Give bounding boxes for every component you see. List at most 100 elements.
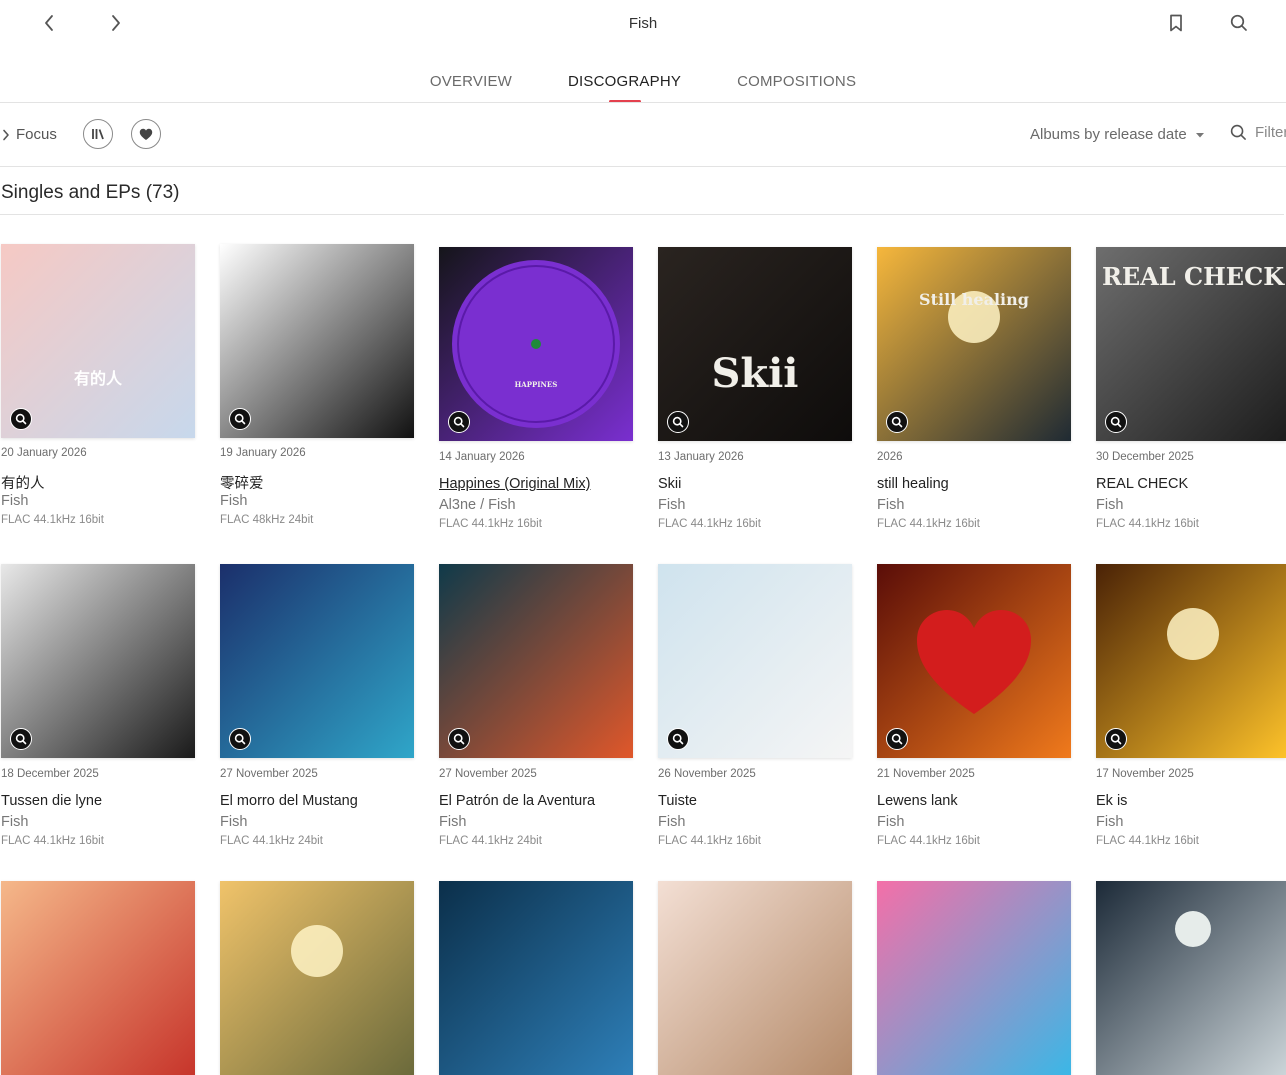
cover-art [439,881,633,1075]
release-title[interactable]: Lewens lank [877,793,1071,811]
release-card[interactable]: 有的人 20 January 2026 有的人 Fish FLAC 44.1kHz 16… [1,244,195,528]
release-card[interactable]: Still healing 2026 still healing Fish FLAC 4… [877,247,1071,532]
album-cover[interactable] [220,564,414,758]
release-artist[interactable]: Fish [220,814,414,832]
release-card[interactable] [877,881,1071,1075]
release-artist[interactable]: Fish [658,497,852,515]
release-artist[interactable]: Fish [658,814,852,832]
cover-text: REAL CHECK [1102,262,1285,291]
cover-art [658,564,852,758]
toolbar-divider [0,166,1286,167]
release-date: 27 November 2025 [220,768,318,780]
release-card[interactable]: REAL CHECK 30 December 2025 REAL CHECK Fish… [1096,247,1286,532]
filter-input[interactable] [1255,124,1286,141]
release-card[interactable]: 19 January 2026 零碎爱 Fish FLAC 48kHz 24bit [220,244,414,528]
release-date: 19 January 2026 [220,447,306,459]
release-date: 2026 [877,451,903,463]
album-cover[interactable] [877,881,1071,1075]
release-quality: FLAC 44.1kHz 16bit [1,835,104,847]
cover-art [220,881,414,1075]
favorites-filter-button[interactable] [131,119,161,149]
release-artist[interactable]: Fish [220,493,414,511]
album-cover[interactable] [1096,881,1286,1075]
album-cover[interactable] [439,881,633,1075]
release-artist[interactable]: Fish [877,814,1071,832]
release-title[interactable]: El Patrón de la Aventura [439,793,633,811]
release-title[interactable]: Tussen die lyne [1,793,195,811]
release-artist[interactable]: Fish [1,493,195,511]
album-cover[interactable]: REAL CHECK [1096,247,1286,441]
album-cover[interactable] [220,881,414,1075]
page-title: Fish [628,15,658,32]
release-date: 18 December 2025 [1,768,99,780]
tab-overview[interactable]: OVERVIEW [430,70,512,103]
album-cover[interactable] [439,564,633,758]
album-cover[interactable]: Skii [658,247,852,441]
search-button[interactable] [1223,8,1255,38]
release-card[interactable] [1,881,195,1075]
release-card[interactable]: 17 November 2025 Ek is Fish FLAC 44.1kHz 16… [1096,564,1286,849]
release-artist[interactable]: Fish [1,814,195,832]
cover-art [877,881,1071,1075]
album-cover[interactable] [1096,564,1286,758]
release-card[interactable] [658,881,852,1075]
focus-toggle[interactable]: Focus [2,126,57,143]
hi-res-badge-icon [229,408,251,430]
cover-text: 有的人 [74,369,123,388]
section-title: Singles and EPs (73) [1,182,180,203]
release-date: 21 November 2025 [877,768,975,780]
release-card[interactable] [439,881,633,1075]
release-title[interactable]: still healing [877,476,1071,494]
top-bar: Fish [0,0,1286,50]
release-artist[interactable]: Fish [439,814,633,832]
cover-art [1,564,195,758]
filter-box [1230,124,1286,141]
release-card[interactable]: 18 December 2025 Tussen die lyne Fish FLAC … [1,564,195,849]
release-card[interactable]: 21 November 2025 Lewens lank Fish FLAC 44.1… [877,564,1071,849]
release-artist[interactable]: Al3ne / Fish [439,497,633,515]
release-artist[interactable]: Fish [877,497,1071,515]
album-cover[interactable]: 有的人 [1,244,195,438]
hi-res-badge-icon [886,728,908,750]
hi-res-badge-icon [886,411,908,433]
hi-res-badge-icon [667,728,689,750]
release-artist[interactable]: Fish [1096,814,1286,832]
release-title[interactable]: REAL CHECK [1096,476,1286,494]
release-title[interactable]: Ek is [1096,793,1286,811]
cover-art [220,564,414,758]
heart-icon [139,128,153,140]
release-card[interactable] [220,881,414,1075]
release-artist[interactable]: Fish [1096,497,1286,515]
release-title[interactable]: El morro del Mustang [220,793,414,811]
release-card[interactable]: HAPPINES 14 January 2026 Happines (Origina… [439,247,633,532]
release-card[interactable]: 27 November 2025 El Patrón de la Aventura… [439,564,633,849]
album-cover[interactable] [877,564,1071,758]
album-cover[interactable] [658,881,852,1075]
cover-art [658,881,852,1075]
album-cover[interactable]: HAPPINES [439,247,633,441]
release-card[interactable] [1096,881,1286,1075]
bookmark-button[interactable] [1160,8,1192,38]
release-title[interactable]: Tuiste [658,793,852,811]
album-cover[interactable] [658,564,852,758]
album-cover[interactable]: Still healing [877,247,1071,441]
release-card[interactable]: 26 November 2025 Tuiste Fish FLAC 44.1kHz 1… [658,564,852,849]
release-quality: FLAC 44.1kHz 24bit [439,835,542,847]
release-title[interactable]: 有的人 [1,472,195,492]
release-card[interactable]: Skii 13 January 2026 Skii Fish FLAC 44.1kHz … [658,247,852,532]
library-filter-button[interactable] [83,119,113,149]
release-quality: FLAC 44.1kHz 16bit [1,514,104,526]
tab-discography[interactable]: DISCOGRAPHY [568,70,681,103]
release-title[interactable]: 零碎爱 [220,472,414,492]
sort-dropdown[interactable]: Albums by release date [1030,126,1205,143]
release-card[interactable]: 27 November 2025 El morro del Mustang Fish… [220,564,414,849]
album-cover[interactable] [1,564,195,758]
tab-bar: OVERVIEW DISCOGRAPHY COMPOSITIONS [0,70,1286,103]
tab-compositions[interactable]: COMPOSITIONS [737,70,856,103]
release-quality: FLAC 44.1kHz 16bit [1096,518,1199,530]
hi-res-badge-icon [1105,411,1127,433]
album-cover[interactable] [220,244,414,438]
release-title[interactable]: Happines (Original Mix) [439,476,633,494]
album-cover[interactable] [1,881,195,1075]
release-title[interactable]: Skii [658,476,852,494]
